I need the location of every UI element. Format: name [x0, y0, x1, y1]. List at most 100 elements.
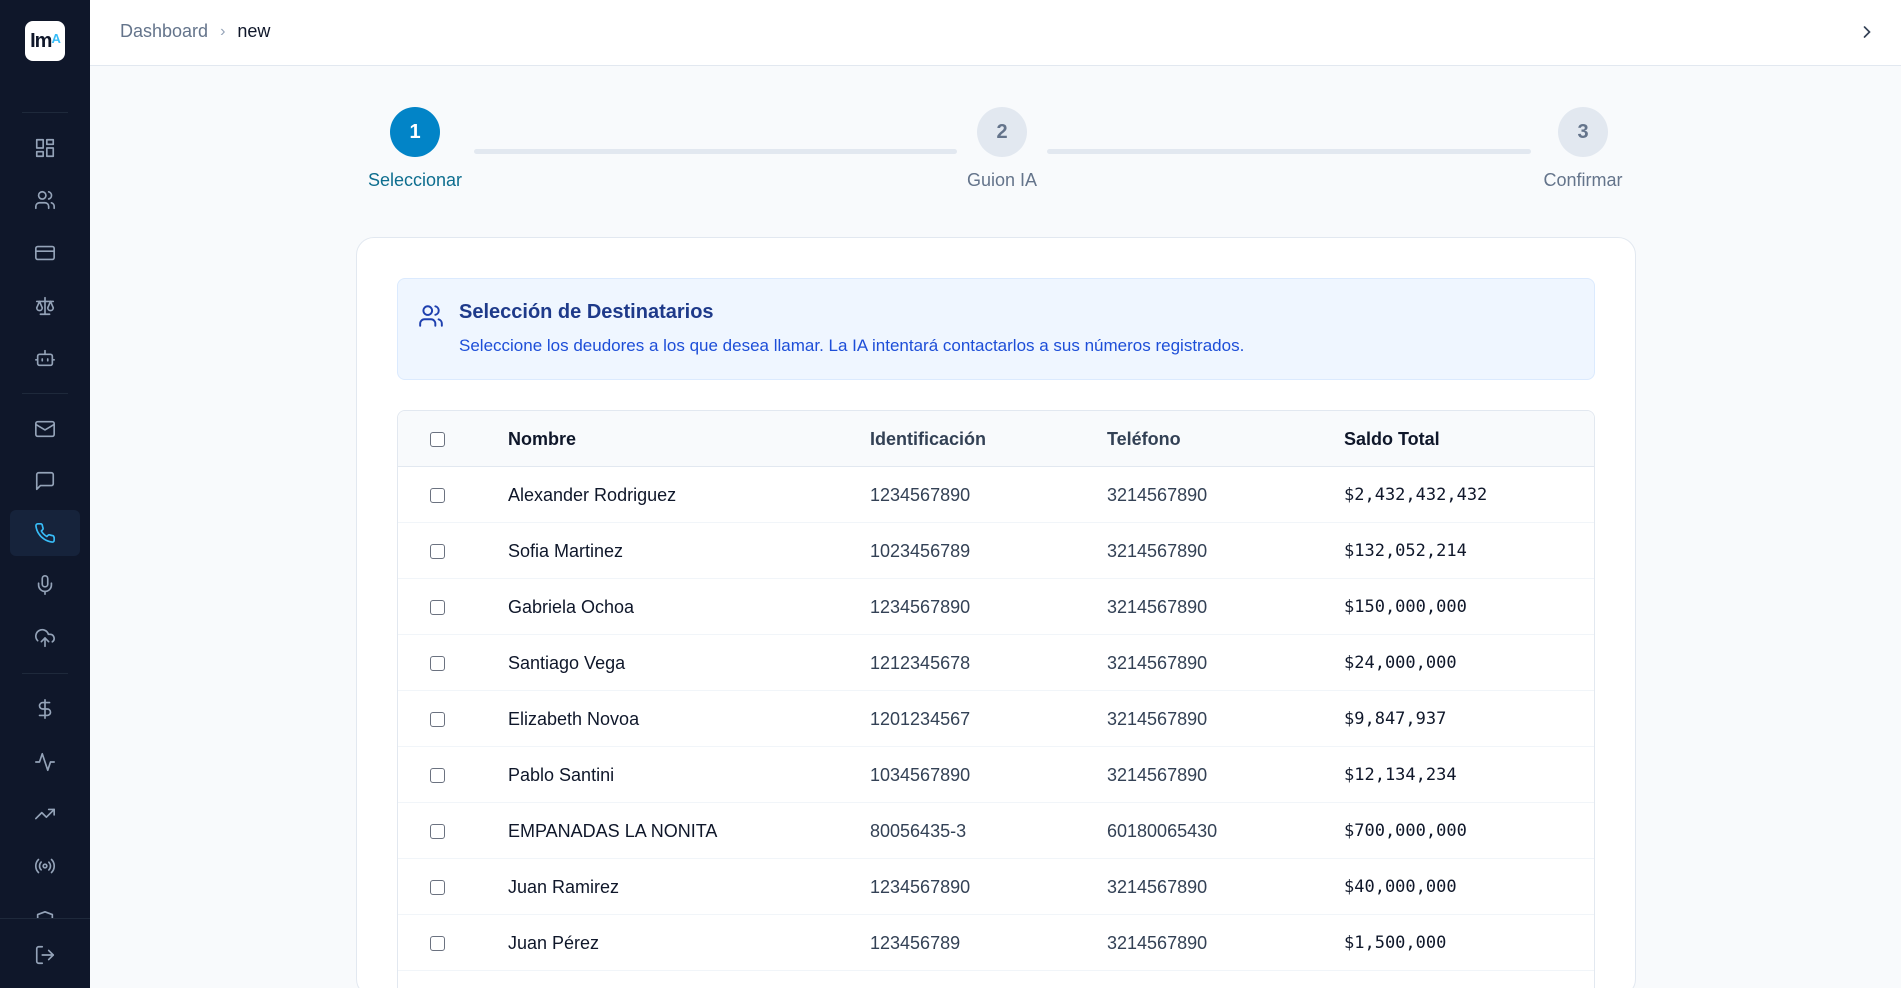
sidebar-item-voice[interactable] — [22, 562, 68, 608]
row-checkbox[interactable] — [430, 543, 445, 559]
sidebar-item-activity[interactable] — [22, 739, 68, 785]
row-checkbox[interactable] — [430, 767, 445, 783]
row-checkbox-cell — [430, 803, 445, 859]
sidebar-item-mail[interactable] — [22, 406, 68, 452]
sidebar-divider — [22, 112, 68, 113]
phone-icon — [35, 523, 55, 543]
cell-id: 1034567890 — [870, 764, 971, 785]
sidebar-item-payments[interactable] — [22, 230, 68, 276]
row-checkbox[interactable] — [430, 879, 445, 895]
header-balance[interactable]: Saldo Total — [1344, 411, 1440, 467]
sidebar-item-upload[interactable] — [22, 615, 68, 661]
step-connector — [474, 149, 957, 154]
sidebar-item-dashboard[interactable] — [22, 125, 68, 171]
step-seleccionar[interactable]: 1 Seleccionar — [345, 107, 485, 191]
table-row[interactable]: Alexander Rodriguez 1234567890 3214567890 $… — [398, 467, 1594, 523]
header-phone[interactable]: Teléfono — [1107, 411, 1181, 467]
row-checkbox[interactable] — [430, 711, 445, 727]
row-checkbox-cell — [430, 691, 445, 747]
breadcrumb-dashboard[interactable]: Dashboard — [120, 21, 208, 42]
sidebar-item-users[interactable] — [22, 177, 68, 223]
table-row[interactable]: Elizabeth Novoa 1201234567 3214567890 $9,84… — [398, 691, 1594, 747]
table-row[interactable]: Sofia Martinez 1023456789 3214567890 $132,0… — [398, 523, 1594, 579]
row-checkbox-cell — [430, 747, 445, 803]
step-label: Seleccionar — [367, 170, 463, 190]
cell-name: Elizabeth Novoa — [508, 708, 640, 729]
expand-panel-button[interactable] — [1857, 22, 1877, 42]
cell-name: Alexander Rodriguez — [508, 484, 677, 505]
sidebar-item-bot[interactable] — [22, 335, 68, 381]
cell-name: Juan Pérez — [508, 932, 600, 953]
message-icon — [35, 471, 55, 491]
row-checkbox[interactable] — [430, 935, 445, 951]
step-number: 2 — [977, 107, 1027, 157]
logout-button[interactable] — [22, 932, 68, 978]
cell-id: 1234567890 — [870, 596, 971, 617]
table-row[interactable]: Juan Pérez 123456789 3214567890 $1,500,000 — [398, 915, 1594, 971]
cell-phone: 3214567890 — [1107, 596, 1208, 617]
users-icon — [418, 303, 444, 329]
cell-name: Gabriela Ochoa — [508, 596, 635, 617]
cell-name: Juan Ramirez — [508, 876, 620, 897]
radio-icon — [34, 858, 56, 874]
table-row[interactable]: Juan Ramirez 1234567890 3214567890 $40,000,… — [398, 859, 1594, 915]
cell-balance: $12,134,234 — [1344, 765, 1457, 785]
cell-id: 123456789 — [870, 932, 961, 953]
row-checkbox-cell — [430, 915, 445, 971]
cell-phone: 3214567890 — [1107, 652, 1208, 673]
cell-balance: $40,000,000 — [1344, 877, 1457, 897]
cell-balance: $24,000,000 — [1344, 653, 1457, 673]
row-checkbox[interactable] — [430, 599, 445, 615]
cell-phone: 3214567890 — [1107, 932, 1208, 953]
step-number: 3 — [1558, 107, 1608, 157]
row-checkbox[interactable] — [430, 823, 445, 839]
row-checkbox-cell — [430, 467, 445, 523]
step-connector — [1047, 149, 1531, 154]
app-logo[interactable]: Im A — [25, 21, 65, 61]
mic-icon — [37, 575, 53, 595]
header-id[interactable]: Identificación — [870, 411, 986, 467]
mail-icon — [35, 420, 55, 438]
cell-phone: 3214567890 — [1107, 540, 1208, 561]
row-checkbox[interactable] — [430, 487, 445, 503]
info-subtitle: Seleccione los deudores a los que desea … — [459, 336, 1245, 355]
cell-id: 1234567890 — [870, 484, 971, 505]
sidebar-item-messages[interactable] — [22, 458, 68, 504]
cell-id: 80056435-3 — [870, 820, 967, 841]
sidebar-item-finance[interactable] — [22, 686, 68, 732]
row-checkbox-cell — [430, 579, 445, 635]
chevron-right-icon — [1863, 26, 1871, 38]
table-row[interactable]: Pablo Santini 1034567890 3214567890 $12,134… — [398, 747, 1594, 803]
cell-phone: 3214567890 — [1107, 484, 1208, 505]
cell-phone: 3214567890 — [1107, 876, 1208, 897]
row-checkbox-cell — [430, 859, 445, 915]
sidebar-item-legal[interactable] — [22, 283, 68, 329]
sidebar-item-security[interactable] — [22, 892, 68, 918]
cell-name: Pablo Santini — [508, 764, 615, 785]
cell-balance: $150,000,000 — [1344, 597, 1467, 617]
breadcrumb-current: new — [237, 21, 271, 41]
credit-card-icon — [35, 245, 55, 261]
upload-cloud-icon — [35, 628, 55, 648]
users-icon — [35, 190, 55, 210]
dollar-icon — [38, 699, 52, 719]
cell-balance: $2,432,432,432 — [1344, 485, 1488, 505]
cell-phone: 3214567890 — [1107, 708, 1208, 729]
table-row[interactable]: Santiago Vega 1212345678 3214567890 $24,000… — [398, 635, 1594, 691]
select-all-cell — [430, 411, 445, 467]
cell-phone: 3214567890 — [1107, 764, 1208, 785]
table-row[interactable]: Gabriela Ochoa 1234567890 3214567890 $150,0… — [398, 579, 1594, 635]
select-all-checkbox[interactable] — [430, 431, 445, 447]
cell-name: Santiago Vega — [508, 652, 626, 673]
table-row[interactable]: EMPANADAS LA NONITA 80056435-3 60180065430… — [398, 803, 1594, 859]
sidebar: Im A — [0, 0, 90, 988]
row-checkbox[interactable] — [430, 655, 445, 671]
info-title: Selección de Destinatarios — [459, 301, 714, 323]
header-name[interactable]: Nombre — [508, 411, 576, 467]
sidebar-item-broadcast[interactable] — [22, 843, 68, 889]
info-banner: Selección de Destinatarios Seleccione lo… — [397, 278, 1595, 380]
sidebar-item-calls[interactable] — [10, 510, 80, 556]
sidebar-divider — [22, 393, 68, 394]
sidebar-item-trends[interactable] — [22, 791, 68, 837]
step-confirmar[interactable]: 3 Confirmar — [1513, 107, 1653, 191]
